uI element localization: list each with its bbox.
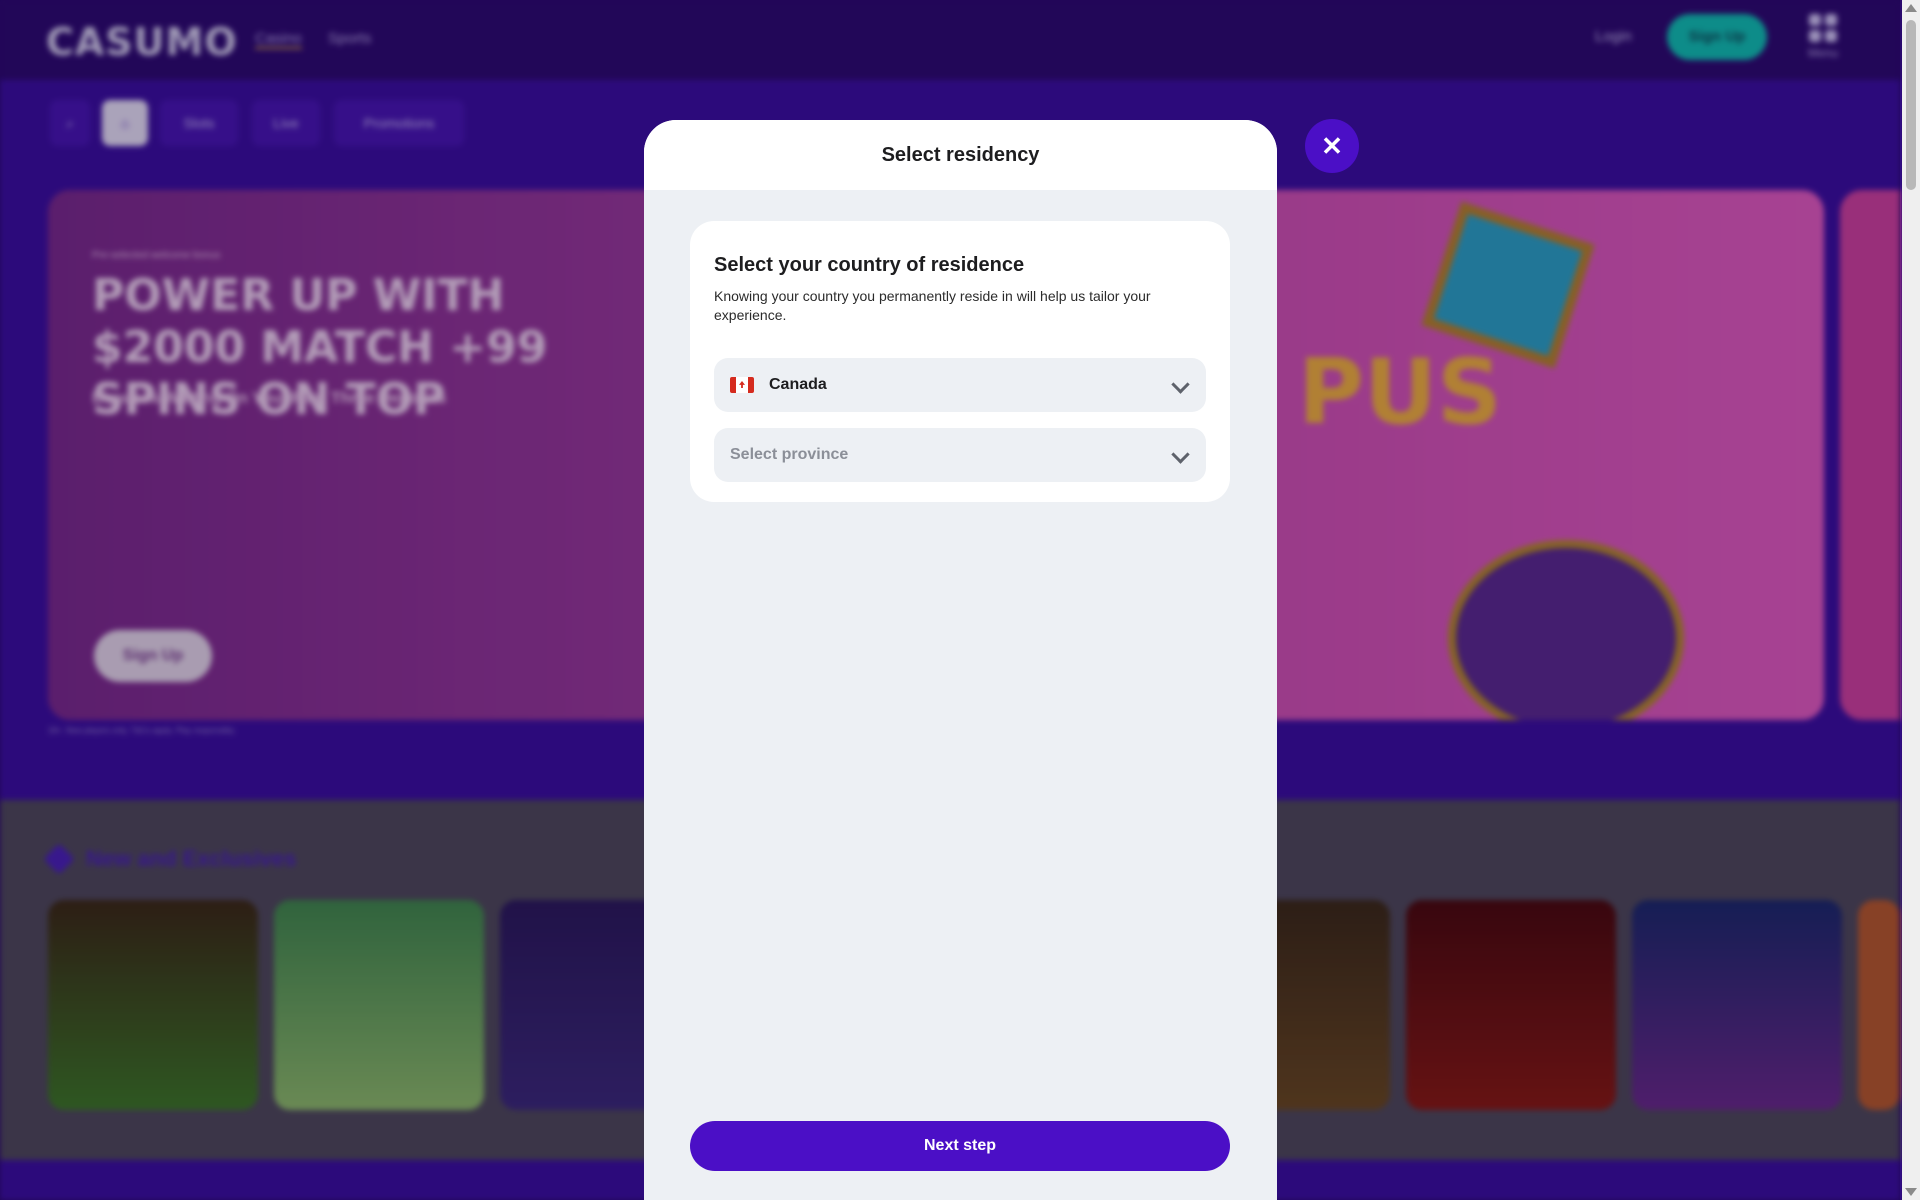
scroll-down-icon[interactable] xyxy=(1905,1188,1917,1196)
chevron-down-icon xyxy=(1171,375,1190,394)
canada-flag-icon xyxy=(730,377,754,393)
card-heading: Select your country of residence xyxy=(714,254,1025,276)
card-description: Knowing your country you permanently res… xyxy=(714,288,1151,323)
residency-card: Select your country of residence Knowing… xyxy=(690,221,1230,502)
country-select[interactable]: Canada xyxy=(714,358,1206,412)
page-scrollbar[interactable] xyxy=(1902,0,1920,1200)
close-icon[interactable]: ✕ xyxy=(1305,119,1359,173)
residency-modal: Select residency Select your country of … xyxy=(644,120,1277,1200)
chevron-down-icon xyxy=(1171,445,1190,464)
scroll-thumb[interactable] xyxy=(1906,20,1916,190)
scroll-up-icon[interactable] xyxy=(1905,4,1917,12)
province-placeholder: Select province xyxy=(730,446,849,463)
province-select[interactable]: Select province xyxy=(714,428,1206,482)
modal-header: Select residency xyxy=(644,120,1277,190)
country-value: Canada xyxy=(769,376,827,393)
next-step-button[interactable]: Next step xyxy=(690,1121,1230,1171)
modal-title: Select residency xyxy=(881,144,1040,166)
